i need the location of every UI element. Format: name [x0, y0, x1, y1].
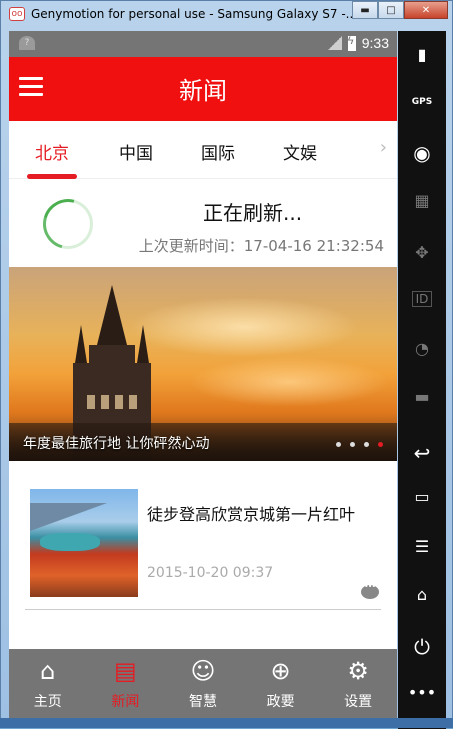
- bottom-navigation: ⌂ 主页 ▤ 新闻 ☺ 智慧 ⊕ 政要 ⚙ 设置: [9, 649, 397, 721]
- signal-icon: [327, 36, 342, 50]
- webcam-icon[interactable]: ◉: [398, 141, 446, 165]
- tab-beijing[interactable]: 北京: [35, 139, 69, 164]
- id-icon[interactable]: ID: [412, 291, 432, 307]
- carousel-dot[interactable]: [336, 442, 341, 447]
- comment-icon[interactable]: [361, 582, 379, 599]
- nav-item-politics[interactable]: ⊕ 政要: [242, 649, 320, 721]
- banner-carousel[interactable]: 年度最佳旅行地 让你砰然心动: [9, 267, 397, 461]
- divider: [25, 609, 381, 610]
- nav-label: 政要: [266, 694, 295, 710]
- chevron-right-icon[interactable]: ›: [380, 137, 387, 158]
- maximize-button[interactable]: □: [378, 1, 404, 19]
- app-title: 新闻: [179, 77, 227, 105]
- last-update-time: 上次更新时间：17-04-16 21:32:54: [138, 237, 384, 255]
- window-titlebar[interactable]: oo Genymotion for personal use - Samsung…: [1, 1, 453, 29]
- news-date: 2015-10-20 09:37: [147, 565, 274, 581]
- pull-refresh-header: 正在刷新... 上次更新时间：17-04-16 21:32:54: [9, 179, 397, 267]
- windows-taskbar: [0, 718, 453, 728]
- window-title: Genymotion for personal use - Samsung Ga…: [31, 7, 358, 21]
- refresh-spinner-icon: [33, 189, 103, 259]
- sms-icon[interactable]: ▬: [398, 387, 446, 406]
- tab-entertainment[interactable]: 文娱: [283, 139, 317, 164]
- nav-label: 新闻: [111, 694, 140, 710]
- clapperboard-icon[interactable]: ▦: [398, 191, 446, 210]
- globe-icon: ⊕: [270, 657, 291, 685]
- phone-screen: ? 9:33 新闻 北京 中国 国际 文娱 › 正在刷新... 上次更新时间：1…: [9, 31, 397, 721]
- status-bar: ? 9:33: [9, 31, 397, 57]
- app-bar: 新闻: [9, 57, 397, 121]
- more-icon[interactable]: •••: [398, 683, 446, 702]
- nav-item-settings[interactable]: ⚙ 设置: [319, 649, 397, 721]
- home-icon[interactable]: ⌂: [398, 585, 446, 604]
- minimize-button[interactable]: ▬: [352, 1, 378, 19]
- gps-icon[interactable]: GPS: [398, 97, 446, 107]
- smile-icon: ☺: [190, 657, 216, 685]
- news-thumbnail: [30, 489, 138, 597]
- refresh-status: 正在刷新...: [203, 201, 303, 225]
- rss-icon[interactable]: ◔: [398, 339, 446, 358]
- wifi-icon: ?: [19, 36, 35, 50]
- menu-icon[interactable]: ☰: [398, 537, 446, 556]
- nav-item-news[interactable]: ▤ 新闻: [87, 649, 165, 721]
- back-icon[interactable]: ↩: [398, 441, 446, 465]
- nav-label: 主页: [33, 694, 62, 710]
- power-icon[interactable]: ⏻: [398, 635, 446, 659]
- recent-apps-icon[interactable]: ▭: [398, 487, 446, 506]
- window-controls: ▬ □ ✕: [352, 1, 448, 19]
- home-icon: ⌂: [40, 657, 56, 685]
- battery-icon[interactable]: ▮: [398, 45, 446, 64]
- nav-item-wisdom[interactable]: ☺ 智慧: [164, 649, 242, 721]
- news-icon: ▤: [114, 657, 137, 685]
- nav-label: 智慧: [188, 694, 217, 710]
- news-title: 徒步登高欣赏京城第一片红叶: [147, 505, 356, 524]
- genymotion-logo-icon: oo: [9, 7, 25, 21]
- carousel-dots: [336, 442, 383, 447]
- carousel-dot-active[interactable]: [378, 442, 383, 447]
- nav-label: 设置: [344, 694, 373, 710]
- news-list-item[interactable]: 徒步登高欣赏京城第一片红叶 2015-10-20 09:37: [9, 461, 397, 631]
- emulator-sidebar: ▮ GPS ◉ ▦ ✥ ID ◔ ▬ ↩ ▭ ☰ ⌂ ⏻ •••: [398, 31, 446, 729]
- banner-caption: 年度最佳旅行地 让你砰然心动: [23, 436, 210, 452]
- dpad-icon[interactable]: ✥: [398, 243, 446, 262]
- battery-charging-icon: [347, 35, 356, 51]
- tab-china[interactable]: 中国: [119, 139, 153, 164]
- status-time: 9:33: [361, 35, 389, 51]
- carousel-dot[interactable]: [364, 442, 369, 447]
- tab-international[interactable]: 国际: [201, 139, 235, 164]
- close-button[interactable]: ✕: [404, 1, 448, 19]
- status-bar-right: 9:33: [327, 35, 389, 51]
- category-tabs: 北京 中国 国际 文娱 ›: [9, 121, 397, 179]
- carousel-dot[interactable]: [350, 442, 355, 447]
- nav-item-home[interactable]: ⌂ 主页: [9, 649, 87, 721]
- emulator-window: oo Genymotion for personal use - Samsung…: [0, 0, 453, 729]
- gear-icon: ⚙: [347, 657, 369, 685]
